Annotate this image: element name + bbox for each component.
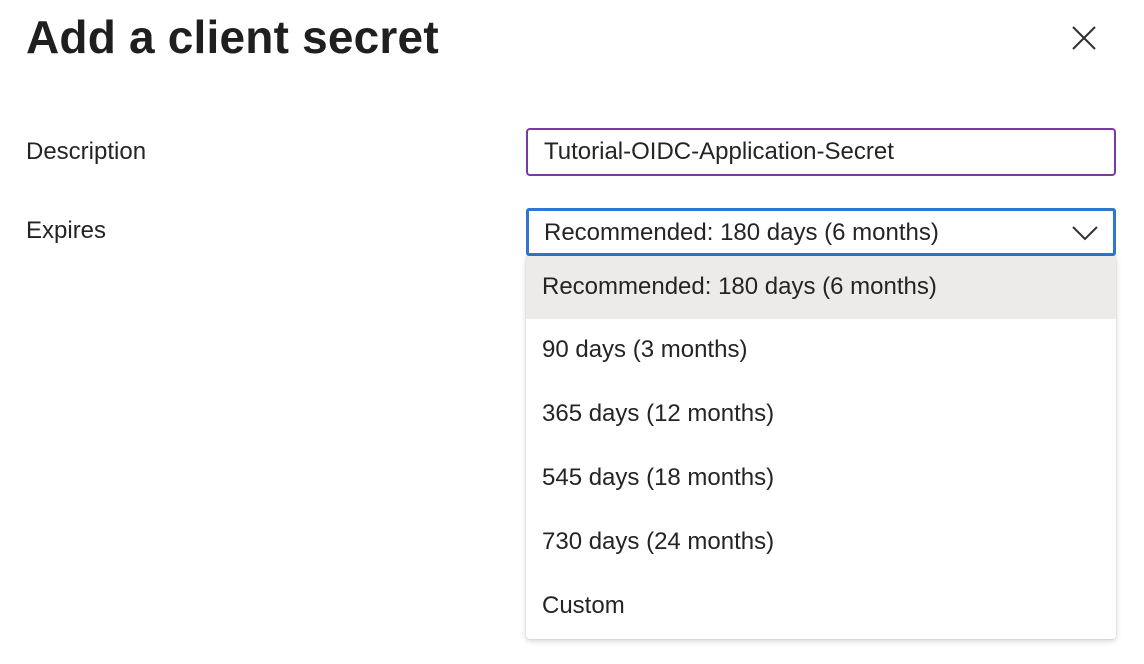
expires-selected-value: Recommended: 180 days (6 months) xyxy=(544,219,939,246)
close-button[interactable] xyxy=(1064,18,1104,58)
expires-option-90-days[interactable]: 90 days (3 months) xyxy=(526,319,1116,383)
expires-select[interactable]: Recommended: 180 days (6 months) xyxy=(526,208,1116,256)
description-label: Description xyxy=(26,138,147,165)
expires-option-custom[interactable]: Custom xyxy=(526,575,1116,639)
option-label: 90 days (3 months) xyxy=(542,336,748,363)
option-label: Custom xyxy=(542,592,625,619)
option-label: 365 days (12 months) xyxy=(542,400,775,427)
option-label: 545 days (18 months) xyxy=(542,464,775,491)
page-title: Add a client secret xyxy=(26,11,439,63)
option-label: Recommended: 180 days (6 months) xyxy=(542,273,937,300)
expires-option-730-days[interactable]: 730 days (24 months) xyxy=(526,511,1116,575)
description-input[interactable] xyxy=(526,128,1116,176)
chevron-down-icon xyxy=(1072,226,1098,241)
expires-option-545-days[interactable]: 545 days (18 months) xyxy=(526,447,1116,511)
close-icon xyxy=(1072,26,1096,50)
expires-dropdown-list: Recommended: 180 days (6 months) 90 days… xyxy=(526,256,1116,639)
add-client-secret-panel: Add a client secret Description Expires … xyxy=(0,0,1144,664)
expires-label: Expires xyxy=(26,217,107,244)
expires-option-180-days[interactable]: Recommended: 180 days (6 months) xyxy=(526,256,1116,319)
option-label: 730 days (24 months) xyxy=(542,528,775,555)
expires-option-365-days[interactable]: 365 days (12 months) xyxy=(526,383,1116,447)
